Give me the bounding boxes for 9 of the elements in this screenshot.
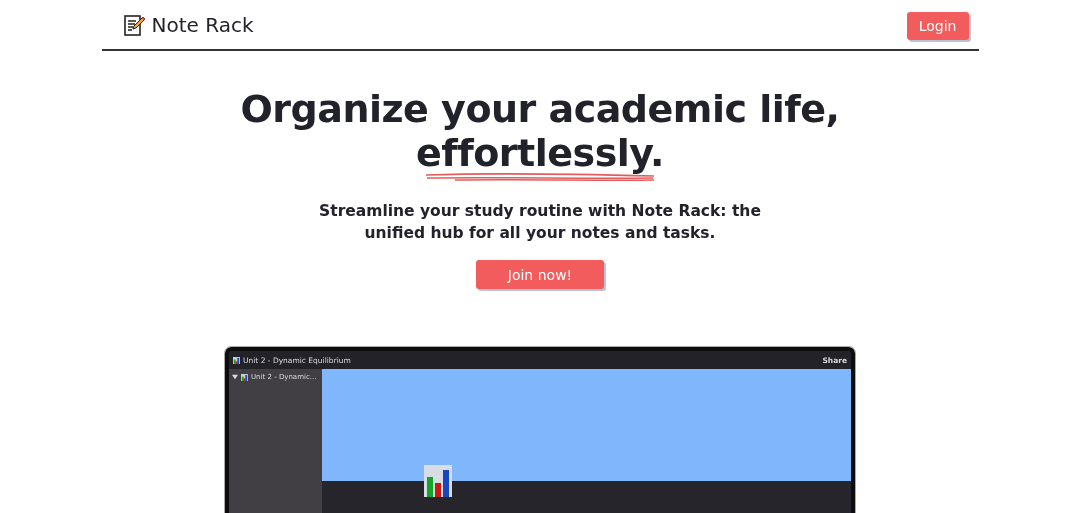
brand-name[interactable]: Note Rack xyxy=(151,12,254,37)
disclosure-triangle-icon[interactable] xyxy=(232,374,238,380)
bar-chart-icon xyxy=(424,465,452,497)
headline-emphasis: effortlessly. xyxy=(415,131,665,175)
notepad-pencil-icon xyxy=(122,12,147,37)
subtitle: Streamline your study routine with Note Rack: the unified hub for all your notes and tasks. xyxy=(318,201,762,244)
headline: Organize your academic life, xyxy=(240,87,840,131)
chart-icon xyxy=(241,373,248,381)
chart-icon xyxy=(233,356,240,364)
